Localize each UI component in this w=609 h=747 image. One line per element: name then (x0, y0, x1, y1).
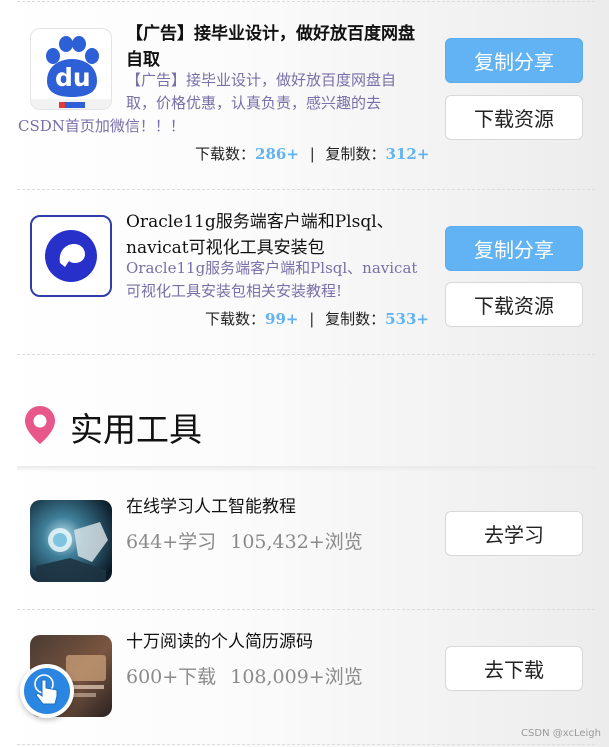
divider (17, 189, 595, 190)
download-count: 600+下载 (126, 666, 217, 688)
copies-label: 复制数： (325, 310, 386, 328)
section-underline (17, 466, 595, 472)
baidu-logo-text: du (55, 63, 91, 92)
copy-share-button[interactable]: 复制分享 (445, 226, 583, 271)
resource-stats: 下载数：99+ | 复制数：533+ (205, 308, 429, 329)
downloads-label: 下载数： (195, 145, 256, 163)
resource-title[interactable]: 【广告】接毕业设计，做好放百度网盘 自取 (126, 21, 438, 73)
download-resource-button[interactable]: 下载资源 (445, 282, 583, 327)
divider (17, 609, 595, 610)
copies-count: 533+ (385, 310, 429, 328)
baidu-netdisk-icon: du (30, 28, 112, 110)
description-line: 取，价格优惠，认真负责，感兴趣的去 (126, 94, 382, 112)
resource-title-line: Oracle11g服务端客户端和Plsql、 (126, 212, 394, 232)
tool-title[interactable]: 在线学习人工智能教程 (126, 494, 296, 520)
go-learn-button[interactable]: 去学习 (445, 511, 583, 556)
copies-label: 复制数： (325, 145, 386, 163)
tool-stats: 644+学习 105,432+浏览 (126, 527, 363, 554)
stats-divider: | (309, 145, 315, 163)
resource-stats: 下载数：286+ | 复制数：312+ (195, 143, 429, 164)
go-download-button[interactable]: 去下载 (445, 646, 583, 691)
resource-title[interactable]: Oracle11g服务端客户端和Plsql、 navicat可视化工具安装包 (126, 209, 438, 261)
download-resource-button[interactable]: 下载资源 (445, 95, 583, 140)
resource-description: 【广告】接毕业设计，做好放百度网盘自 取，价格优惠，认真负责，感兴趣的去 (126, 69, 436, 115)
copies-count: 312+ (385, 145, 430, 163)
copy-share-button[interactable]: 复制分享 (445, 38, 583, 83)
resource-description: Oracle11g服务端客户端和Plsql、navicat 可视化工具安装包相关… (126, 257, 446, 303)
description-line: CSDN首页加微信！！！ (18, 117, 185, 135)
downloads-count: 286+ (255, 145, 299, 163)
stats-divider: | (309, 310, 315, 328)
divider (17, 354, 595, 355)
divider (17, 1, 595, 2)
tool-stats: 600+下载 108,009+浏览 (126, 662, 363, 689)
view-count: 105,432+浏览 (230, 531, 363, 553)
blue-circle-app-icon (30, 215, 112, 297)
learn-count: 644+学习 (126, 531, 217, 553)
downloads-count: 99+ (265, 310, 299, 328)
divider (17, 744, 595, 745)
description-line: Oracle11g服务端客户端和Plsql、navicat (126, 259, 418, 277)
ai-robot-thumbnail[interactable] (30, 500, 112, 582)
resource-title-line: 【广告】接毕业设计，做好放百度网盘 (126, 24, 415, 44)
description-line: 可视化工具安装包相关安装教程! (126, 282, 343, 300)
floating-touch-button[interactable] (20, 664, 74, 718)
view-count: 108,009+浏览 (230, 666, 363, 688)
hand-pointer-icon (24, 668, 70, 714)
section-title: 实用工具 (70, 410, 202, 449)
location-pin-icon (24, 405, 56, 449)
description-line: 【广告】接毕业设计，做好放百度网盘自 (126, 71, 397, 89)
tool-title[interactable]: 十万阅读的个人简历源码 (126, 629, 313, 655)
watermark: CSDN @xcLeigh (521, 728, 601, 739)
downloads-label: 下载数： (205, 310, 266, 328)
